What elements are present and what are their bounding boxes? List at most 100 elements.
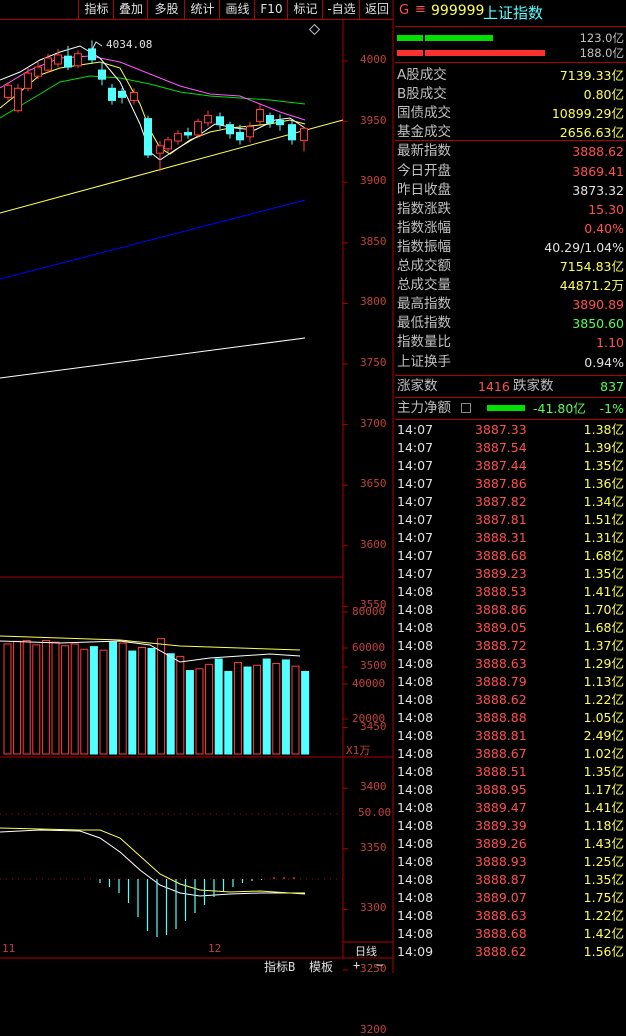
tick-row[interactable]: 14:08 3888.93 1.25亿: [395, 853, 626, 871]
candle-body: [246, 125, 254, 138]
tick-volume: 1.02亿: [583, 746, 624, 761]
stat-value: 3850.60: [572, 316, 624, 332]
tick-volume: 1.42亿: [583, 926, 624, 941]
tick-price: 3888.81: [475, 728, 527, 743]
volume-bar: [41, 639, 50, 755]
candle-body: [288, 124, 296, 141]
candle-body: [266, 115, 274, 124]
candle-body: [164, 139, 172, 150]
tick-row[interactable]: 14:07 3887.82 1.34亿: [395, 493, 626, 511]
tick-time: 14:08: [397, 710, 434, 725]
tick-volume: 1.39亿: [583, 440, 624, 455]
volume-bar: [13, 640, 22, 755]
tick-row[interactable]: 14:08 3889.07 1.75亿: [395, 889, 626, 907]
tick-row[interactable]: 14:08 3889.05 1.68亿: [395, 619, 626, 637]
volume-bar: [3, 643, 12, 755]
tick-row[interactable]: 14:07 3887.33 1.38亿: [395, 421, 626, 439]
tick-row[interactable]: 14:08 3888.95 1.17亿: [395, 781, 626, 799]
volume-tick-label: 60000: [352, 641, 386, 654]
candle-body: [156, 145, 164, 154]
volume-bar: [272, 662, 281, 755]
tick-volume: 1.35亿: [583, 764, 624, 779]
tick-price: 3888.51: [475, 764, 527, 779]
tick-row[interactable]: 14:08 3889.39 1.18亿: [395, 817, 626, 835]
volume-bar: [301, 670, 310, 755]
tick-volume: 1.31亿: [583, 530, 624, 545]
stat-value: 10899.29亿: [551, 106, 624, 122]
candle-body: [44, 57, 52, 71]
sell-bar-a: [397, 50, 423, 56]
tick-row[interactable]: 14:08 3888.72 1.37亿: [395, 637, 626, 655]
tick-volume: 1.35亿: [583, 566, 624, 581]
tick-row[interactable]: 14:07 3887.54 1.39亿: [395, 439, 626, 457]
tick-time: 14:08: [397, 746, 434, 761]
tick-volume: 1.25亿: [583, 854, 624, 869]
tick-row[interactable]: 14:08 3888.67 1.02亿: [395, 745, 626, 763]
tick-row[interactable]: 14:09 3888.62 1.56亿: [395, 943, 626, 961]
tick-volume: 1.35亿: [583, 458, 624, 473]
tick-row[interactable]: 14:08 3888.79 1.13亿: [395, 673, 626, 691]
tick-volume: 1.17亿: [583, 782, 624, 797]
tick-row[interactable]: 14:08 3888.62 1.22亿: [395, 691, 626, 709]
tick-row[interactable]: 14:07 3887.81 1.51亿: [395, 511, 626, 529]
bottom-tab-0[interactable]: 指标B: [264, 958, 295, 975]
stat-value: 1.10: [596, 335, 624, 351]
tick-row[interactable]: 14:08 3888.63 1.22亿: [395, 907, 626, 925]
tick-price: 3889.23: [475, 566, 527, 581]
tick-time: 14:08: [397, 836, 434, 851]
tick-row[interactable]: 14:08 3889.26 1.43亿: [395, 835, 626, 853]
candle-body: [88, 48, 96, 61]
tick-price: 3887.54: [475, 440, 527, 455]
tick-price: 3888.88: [475, 710, 527, 725]
volume-bar: [61, 645, 70, 755]
tick-row[interactable]: 14:08 3888.88 1.05亿: [395, 709, 626, 727]
tick-row[interactable]: 14:07 3889.23 1.35亿: [395, 565, 626, 583]
tick-row[interactable]: 14:08 3888.81 2.49亿: [395, 727, 626, 745]
tick-price: 3888.53: [475, 584, 527, 599]
tick-time: 14:08: [397, 926, 434, 941]
down-count-label: 跌家数: [513, 378, 554, 394]
tick-volume: 2.49亿: [583, 728, 624, 743]
bottom-tab-3[interactable]: −: [376, 958, 383, 972]
volume-bar: [109, 641, 118, 755]
tick-row[interactable]: 14:07 3887.86 1.36亿: [395, 475, 626, 493]
stat-value: 0.40%: [584, 220, 624, 236]
stat-value: 3869.41: [572, 163, 624, 179]
tick-volume: 1.35亿: [583, 872, 624, 887]
kline-chart[interactable]: [0, 0, 394, 973]
candle-body: [300, 127, 308, 141]
buy-bar-b: [425, 35, 493, 41]
stat-value: 15.30: [588, 201, 624, 217]
list-icon[interactable]: [461, 403, 471, 413]
tick-row[interactable]: 14:07 3888.31 1.31亿: [395, 529, 626, 547]
bottom-tab-2[interactable]: +: [353, 958, 360, 972]
price-tick-label: 3800: [360, 295, 387, 309]
tick-row[interactable]: 14:08 3888.53 1.41亿: [395, 583, 626, 601]
tick-time: 14:08: [397, 602, 434, 617]
stat-row: 最高指数 3890.89: [395, 295, 626, 314]
tick-price: 3887.82: [475, 494, 527, 509]
tick-row[interactable]: 14:08 3888.86 1.70亿: [395, 601, 626, 619]
tick-price: 3888.87: [475, 872, 527, 887]
stat-label: 昨日收盘: [397, 181, 451, 198]
tick-row[interactable]: 14:07 3887.44 1.35亿: [395, 457, 626, 475]
tick-row[interactable]: 14:08 3888.68 1.42亿: [395, 925, 626, 943]
tick-row[interactable]: 14:08 3888.87 1.35亿: [395, 871, 626, 889]
stat-value: 40.29/1.04%: [544, 239, 624, 255]
tick-price: 3888.86: [475, 602, 527, 617]
tick-volume: 1.56亿: [583, 944, 624, 959]
tick-row[interactable]: 14:07 3888.68 1.68亿: [395, 547, 626, 565]
tick-row[interactable]: 14:08 3888.63 1.29亿: [395, 655, 626, 673]
tick-price: 3889.39: [475, 818, 527, 833]
tick-price: 3888.62: [475, 944, 527, 959]
stat-row: 指数涨幅 0.40%: [395, 219, 626, 238]
tick-time: 14:07: [397, 422, 434, 437]
tick-row[interactable]: 14:08 3889.47 1.41亿: [395, 799, 626, 817]
tick-row[interactable]: 14:08 3888.51 1.35亿: [395, 763, 626, 781]
menu-icon[interactable]: ≡: [415, 2, 426, 17]
tick-time: 14:08: [397, 890, 434, 905]
sell-bar-b: [425, 50, 545, 56]
bottom-tab-1[interactable]: 模板: [309, 958, 333, 975]
tick-price: 3887.33: [475, 422, 527, 437]
dea-line: [0, 827, 306, 895]
